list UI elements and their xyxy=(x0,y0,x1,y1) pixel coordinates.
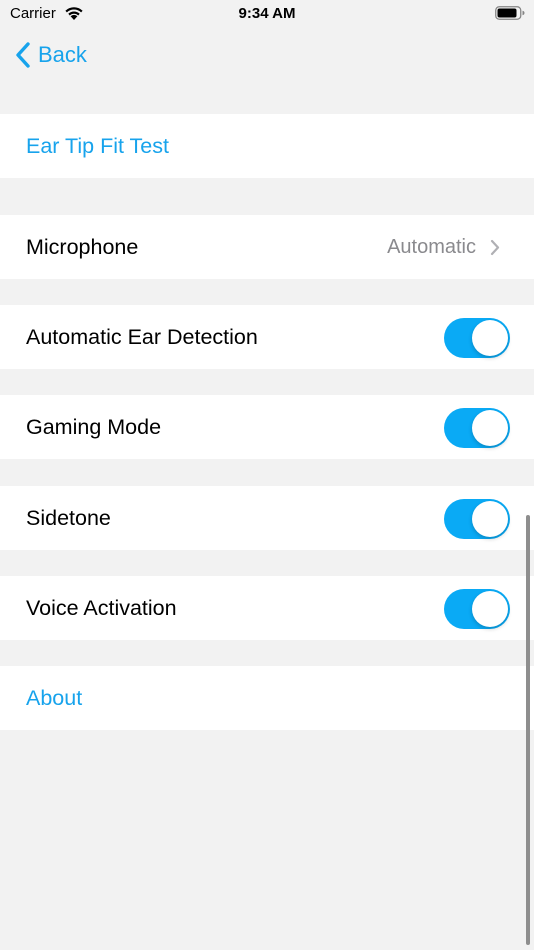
gaming-mode-toggle[interactable] xyxy=(444,408,510,448)
toggle-knob xyxy=(472,410,508,446)
ear-tip-fit-test-label: Ear Tip Fit Test xyxy=(26,133,169,158)
microphone-value: Automatic xyxy=(387,235,476,258)
gaming-mode-row: Gaming Mode xyxy=(0,395,534,459)
scroll-indicator[interactable] xyxy=(526,515,530,945)
microphone-label: Microphone xyxy=(26,234,139,259)
about-row[interactable]: About xyxy=(0,666,534,730)
ear-tip-fit-test-row[interactable]: Ear Tip Fit Test xyxy=(0,114,534,178)
toggle-knob xyxy=(472,591,508,627)
automatic-ear-detection-row: Automatic Ear Detection xyxy=(0,305,534,369)
gaming-mode-label: Gaming Mode xyxy=(26,414,162,439)
sidetone-label: Sidetone xyxy=(26,505,111,530)
voice-activation-label: Voice Activation xyxy=(26,595,177,620)
voice-activation-row: Voice Activation xyxy=(0,576,534,640)
sidetone-row: Sidetone xyxy=(0,486,534,550)
status-bar: Carrier 9:34 AM xyxy=(0,0,534,28)
voice-activation-toggle[interactable] xyxy=(444,589,510,629)
automatic-ear-detection-toggle[interactable] xyxy=(444,318,510,358)
toggle-knob xyxy=(472,320,508,356)
automatic-ear-detection-label: Automatic Ear Detection xyxy=(26,324,258,349)
navigation-bar: Back xyxy=(0,28,534,84)
chevron-left-icon xyxy=(16,42,30,68)
sidetone-toggle[interactable] xyxy=(444,499,510,539)
back-label: Back xyxy=(38,42,87,67)
chevron-right-icon xyxy=(490,239,500,256)
battery-icon xyxy=(495,6,525,20)
toggle-knob xyxy=(472,501,508,537)
microphone-row[interactable]: Microphone Automatic xyxy=(0,215,534,279)
clock: 9:34 AM xyxy=(238,5,296,22)
back-button[interactable]: Back xyxy=(14,40,87,70)
about-label: About xyxy=(26,685,83,710)
